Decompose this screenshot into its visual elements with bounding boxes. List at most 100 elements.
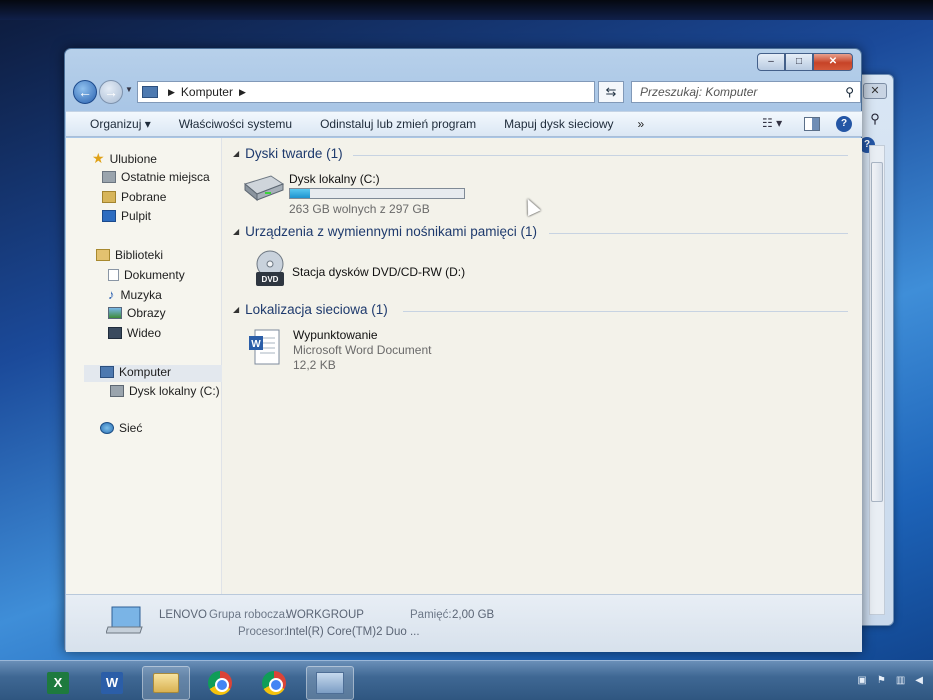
file-name[interactable]: Wypunktowanie: [293, 328, 378, 342]
system-properties-button[interactable]: Właściwości systemu: [165, 117, 306, 131]
workgroup-label: Grupa robocza:: [209, 609, 289, 621]
help-icon[interactable]: ?: [836, 116, 852, 132]
scrollbar-thumb[interactable]: [871, 162, 883, 502]
downloads-icon: [102, 191, 116, 203]
volume-icon[interactable]: ◀: [915, 675, 923, 686]
hard-disk-icon[interactable]: [241, 172, 285, 202]
nav-local-disk[interactable]: Dysk lokalny (C:): [110, 384, 220, 398]
taskbar: X W ▣ ⚑ ▥ ◀: [0, 660, 933, 700]
taskbar-excel[interactable]: X: [34, 666, 82, 700]
more-commands-button[interactable]: »: [628, 117, 655, 131]
close-button[interactable]: ✕: [813, 53, 853, 71]
group-divider: [403, 311, 848, 312]
svg-text:W: W: [251, 339, 261, 350]
taskbar-word[interactable]: W: [88, 666, 136, 700]
command-bar: Organizuj ▾ Właściwości systemu Odinstal…: [66, 111, 862, 137]
collapse-icon[interactable]: ◢: [233, 149, 239, 158]
local-disk-free-space: 263 GB wolnych z 297 GB: [289, 202, 430, 216]
breadcrumb-computer[interactable]: Komputer: [181, 85, 233, 99]
refresh-button[interactable]: ⇆: [598, 81, 624, 103]
excel-icon: X: [47, 672, 69, 694]
chrome-icon: [208, 671, 232, 695]
group-divider: [353, 155, 848, 156]
documents-icon: [108, 269, 119, 281]
memory-value: 2,00 GB: [452, 609, 495, 621]
search-input[interactable]: Przeszukaj: Komputer ⚲: [631, 81, 861, 103]
nav-desktop[interactable]: Pulpit: [102, 209, 151, 223]
workgroup-value: WORKGROUP: [286, 609, 364, 621]
taskbar-chrome-2[interactable]: [250, 666, 298, 700]
dvd-drive-icon[interactable]: DVD: [255, 250, 285, 290]
uninstall-program-button[interactable]: Odinstaluj lub zmień program: [306, 117, 490, 131]
preview-pane-icon[interactable]: [804, 117, 820, 131]
explorer-window: – □ ✕ ← → ▼ ▶ Komputer ▶ ⇆ Przeszukaj: K…: [64, 48, 862, 652]
memory-label: Pamięć:: [410, 609, 452, 621]
chevron-right-icon[interactable]: ▶: [239, 87, 246, 98]
music-icon: ♪: [108, 287, 115, 302]
recent-places-icon: [102, 171, 116, 183]
nav-network[interactable]: Sieć: [100, 421, 142, 435]
pictures-icon: [108, 307, 122, 319]
videos-icon: [108, 327, 122, 339]
desktop-icon: [102, 210, 116, 222]
computer-icon: [316, 672, 344, 694]
back-button[interactable]: ←: [73, 80, 97, 104]
address-bar[interactable]: ▶ Komputer ▶: [137, 81, 595, 103]
history-dropdown-icon[interactable]: ▼: [125, 85, 133, 94]
collapse-icon[interactable]: ◢: [233, 305, 239, 314]
group-header-network-location[interactable]: ◢ Lokalizacja sieciowa (1): [233, 302, 388, 317]
taskbar-computer[interactable]: [306, 666, 354, 700]
nav-downloads[interactable]: Pobrane: [102, 190, 166, 204]
flag-icon[interactable]: ⚑: [877, 675, 886, 686]
forward-button[interactable]: →: [99, 80, 123, 104]
scrollbar[interactable]: [869, 145, 885, 615]
dvd-drive-name[interactable]: Stacja dysków DVD/CD-RW (D:): [292, 265, 465, 279]
nav-computer[interactable]: Komputer: [100, 365, 171, 379]
nav-libraries[interactable]: Biblioteki: [96, 248, 163, 262]
address-row: ← → ▼ ▶ Komputer ▶ ⇆ Przeszukaj: Kompute…: [73, 79, 861, 107]
nav-favorites[interactable]: ★ Ulubione: [92, 150, 157, 167]
maximize-button[interactable]: □: [785, 53, 813, 71]
screen-bezel: [0, 0, 933, 20]
content-pane: ◢ Dyski twarde (1) Dysk lokalny (C:) 263…: [223, 138, 862, 594]
change-view-icon[interactable]: ☷ ▾: [762, 116, 788, 132]
taskbar-chrome-1[interactable]: [196, 666, 244, 700]
local-disk-name[interactable]: Dysk lokalny (C:): [289, 172, 380, 186]
details-pane: LENOVO Grupa robocza: WORKGROUP Pamięć: …: [66, 594, 862, 652]
view-controls: ☷ ▾ ?: [762, 116, 852, 132]
computer-icon: [106, 606, 143, 634]
minimize-button[interactable]: –: [757, 53, 785, 71]
group-header-hard-disks[interactable]: ◢ Dyski twarde (1): [233, 146, 343, 161]
processor-value: Intel(R) Core(TM)2 Duo ...: [286, 626, 420, 638]
disk-usage-fill: [290, 189, 310, 198]
hard-disk-icon: [110, 385, 124, 397]
collapse-icon[interactable]: ◢: [233, 227, 239, 236]
map-network-drive-button[interactable]: Mapuj dysk sieciowy: [490, 117, 627, 131]
nav-videos[interactable]: Wideo: [108, 326, 161, 340]
star-icon: ★: [92, 150, 105, 166]
file-type: Microsoft Word Document: [293, 343, 432, 357]
chevron-right-icon[interactable]: ▶: [168, 87, 175, 98]
word-document-icon[interactable]: W: [247, 328, 281, 368]
computer-icon: [142, 86, 158, 98]
nav-music[interactable]: ♪ Muzyka: [108, 287, 162, 302]
close-icon[interactable]: ✕: [863, 83, 887, 99]
chrome-icon: [262, 671, 286, 695]
search-icon[interactable]: ⚲: [845, 82, 854, 102]
word-icon: W: [101, 672, 123, 694]
system-tray: ▣ ⚑ ▥ ◀: [857, 675, 923, 686]
search-icon[interactable]: ⚲: [863, 111, 887, 131]
nav-pictures[interactable]: Obrazy: [108, 306, 166, 320]
disk-usage-bar: [289, 188, 465, 199]
nav-recent-places[interactable]: Ostatnie miejsca: [102, 170, 210, 184]
folder-icon: [153, 673, 179, 693]
language-icon[interactable]: ▣: [857, 675, 866, 686]
organize-button[interactable]: Organizuj ▾: [66, 117, 165, 131]
network-icon: [100, 422, 114, 434]
network-tray-icon[interactable]: ▥: [896, 675, 905, 686]
computer-name: LENOVO: [159, 609, 207, 621]
group-header-removable[interactable]: ◢ Urządzenia z wymiennymi nośnikami pami…: [233, 224, 537, 239]
taskbar-explorer[interactable]: [142, 666, 190, 700]
nav-documents[interactable]: Dokumenty: [108, 268, 185, 282]
window-controls: – □ ✕: [757, 53, 853, 71]
